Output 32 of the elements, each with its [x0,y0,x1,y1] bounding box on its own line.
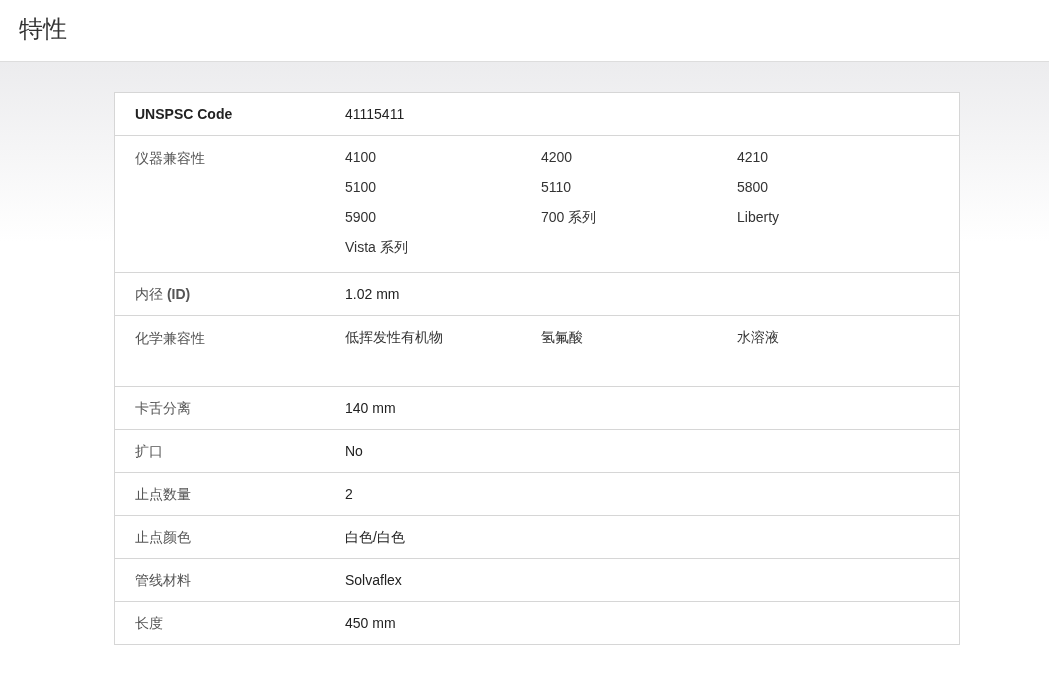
property-label: 止点颜色 [135,529,191,545]
property-value: Solvaflex [345,572,402,588]
property-value: Vista 系列 [345,238,408,257]
property-label: 扩口 [135,443,163,459]
property-label: 长度 [135,615,163,631]
property-value: 低挥发性有机物 [345,328,443,347]
property-label: 止点数量 [135,486,191,502]
property-value: 5100 [345,178,377,197]
property-value: 水溶液 [737,328,779,347]
property-value: 5110 [541,178,572,197]
property-value: No [345,443,363,459]
property-value: 4210 [737,148,769,167]
property-value: Liberty [737,208,780,227]
property-label: UNSPSC Code [135,106,233,122]
property-value: 4100 [345,148,377,167]
property-value: 1.02 mm [345,286,400,302]
property-value: 4200 [541,148,573,167]
property-label: 卡舌分离 [135,400,191,416]
property-value: 2 [345,486,353,502]
property-label: 内径 (ID) [135,286,191,302]
property-value: 450 mm [345,615,396,631]
property-value: 氢氟酸 [541,328,583,347]
property-label: 管线材料 [135,572,191,588]
property-value: 5800 [737,178,769,197]
property-label: 仪器兼容性 [135,150,205,166]
page-title: 特性 [19,14,67,44]
property-value: 140 mm [345,400,396,416]
property-value: 5900 [345,208,377,227]
property-label: 化学兼容性 [135,330,205,346]
property-value: 700 系列 [541,208,597,227]
property-value: 41115411 [345,106,405,122]
property-value: 白色/白色 [345,529,405,545]
